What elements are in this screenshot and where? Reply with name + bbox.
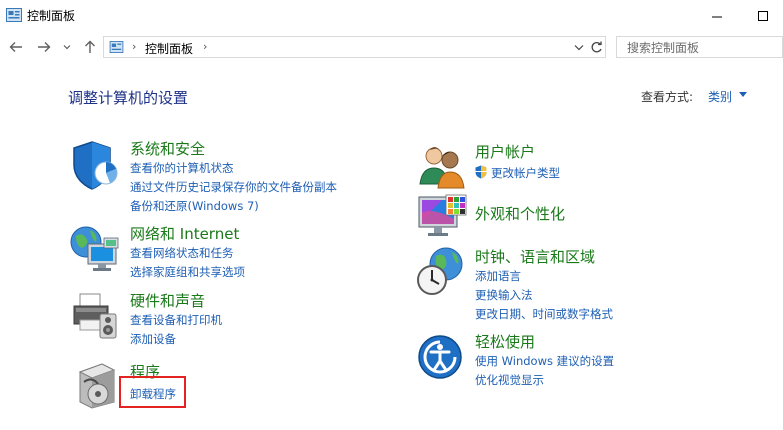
category-network-internet[interactable]: 网络和 Internet — [130, 223, 239, 244]
view-by-label: 查看方式: — [641, 90, 694, 104]
address-bar[interactable]: › 控制面板 › — [103, 36, 606, 58]
page-title: 调整计算机的设置 — [68, 89, 189, 107]
programs-disc-icon[interactable] — [72, 358, 124, 410]
control-panel-icon — [6, 8, 22, 22]
refresh-icon — [591, 41, 602, 53]
clock-globe-icon[interactable] — [416, 246, 468, 298]
refresh-button[interactable] — [590, 38, 603, 58]
recent-locations-button[interactable] — [60, 37, 74, 57]
category-clock-language-region[interactable]: 时钟、语言和区域 — [475, 246, 595, 267]
security-shield-icon[interactable] — [70, 139, 122, 191]
search-input[interactable] — [625, 40, 779, 56]
link-add-device[interactable]: 添加设备 — [130, 331, 176, 347]
arrow-up-icon — [85, 40, 95, 53]
navigation-bar: › 控制面板 › — [0, 32, 783, 62]
link-change-date-time-format[interactable]: 更改日期、时间或数字格式 — [475, 306, 613, 322]
link-optimize-visual-display[interactable]: 优化视觉显示 — [475, 372, 544, 388]
arrow-left-icon — [9, 42, 22, 52]
link-network-status[interactable]: 查看网络状态和任务 — [130, 245, 234, 261]
user-accounts-icon[interactable] — [416, 140, 468, 192]
forward-button[interactable] — [34, 37, 54, 57]
search-box[interactable] — [616, 36, 783, 58]
minimize-icon — [711, 16, 722, 17]
chevron-down-icon — [574, 45, 584, 51]
caret-down-icon[interactable] — [739, 92, 747, 97]
link-add-language[interactable]: 添加语言 — [475, 268, 521, 284]
breadcrumb-chevron-icon[interactable]: › — [203, 40, 207, 53]
link-change-input-method[interactable]: 更换输入法 — [475, 287, 533, 303]
highlight-box — [119, 376, 186, 408]
chevron-down-icon — [63, 45, 71, 50]
category-hardware-sound[interactable]: 硬件和声音 — [130, 290, 205, 311]
category-user-accounts[interactable]: 用户帐户 — [475, 141, 535, 162]
link-change-account-type[interactable]: 更改帐户类型 — [491, 165, 560, 181]
maximize-icon — [757, 10, 768, 21]
breadcrumb-chevron-icon[interactable]: › — [132, 40, 136, 53]
link-devices-printers[interactable]: 查看设备和打印机 — [130, 312, 222, 328]
category-system-security[interactable]: 系统和安全 — [130, 138, 205, 159]
back-button[interactable] — [6, 37, 26, 57]
ease-of-access-icon[interactable] — [416, 333, 468, 385]
network-globe-icon[interactable] — [68, 222, 120, 274]
category-ease-of-access[interactable]: 轻松使用 — [475, 331, 535, 352]
arrow-right-icon — [38, 42, 51, 52]
link-file-history[interactable]: 通过文件历史记录保存你的文件备份副本 — [130, 179, 337, 195]
window-title: 控制面板 — [27, 9, 76, 23]
uac-shield-icon — [475, 165, 487, 179]
appearance-monitor-icon[interactable] — [416, 193, 468, 245]
maximize-button[interactable] — [740, 0, 783, 32]
title-bar: 控制面板 — [0, 0, 783, 32]
breadcrumb-control-panel[interactable]: 控制面板 — [145, 40, 193, 57]
address-dropdown-button[interactable] — [574, 39, 584, 54]
view-by-dropdown[interactable]: 类别 — [708, 88, 732, 105]
link-homegroup[interactable]: 选择家庭组和共享选项 — [130, 264, 245, 280]
printer-speaker-icon[interactable] — [70, 290, 122, 342]
up-button[interactable] — [80, 37, 100, 57]
link-view-computer-status[interactable]: 查看你的计算机状态 — [130, 160, 234, 176]
link-backup-restore[interactable]: 备份和还原(Windows 7) — [130, 198, 259, 214]
control-panel-icon — [109, 41, 124, 53]
minimize-button[interactable] — [694, 0, 740, 32]
category-appearance[interactable]: 外观和个性化 — [475, 203, 565, 224]
link-windows-recommended-settings[interactable]: 使用 Windows 建议的设置 — [475, 353, 614, 369]
